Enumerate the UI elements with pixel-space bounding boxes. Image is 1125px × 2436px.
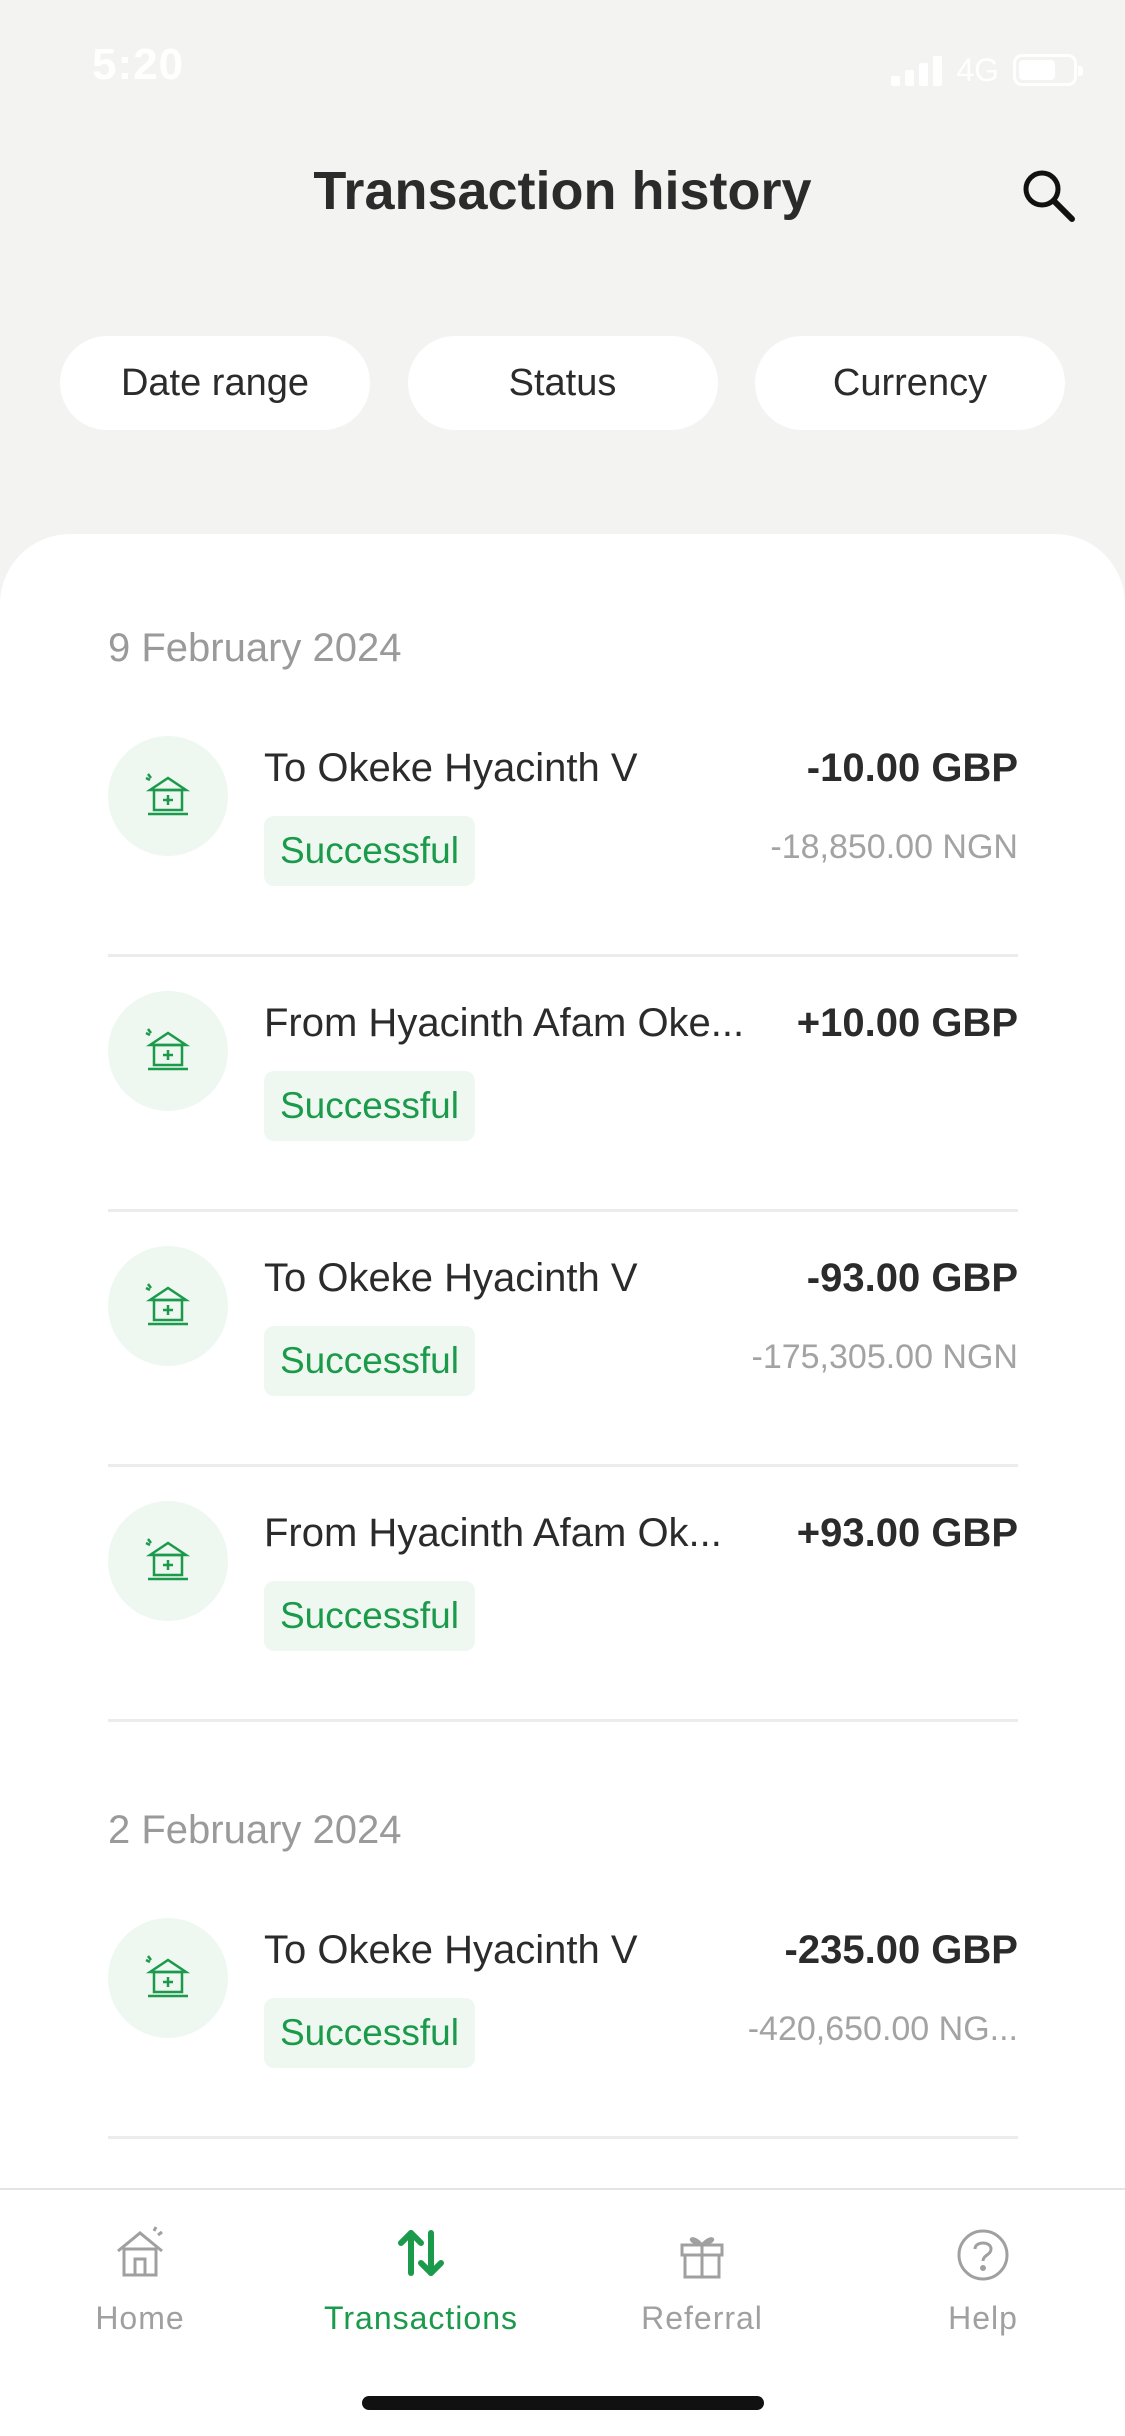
bank-icon xyxy=(108,1501,228,1621)
tab-referral[interactable]: Referral xyxy=(592,2218,812,2358)
tab-label: Referral xyxy=(641,2300,763,2336)
home-icon xyxy=(105,2218,175,2288)
gift-icon xyxy=(667,2218,737,2288)
date-heading: 9 February 2024 xyxy=(108,626,402,670)
tab-label: Transactions xyxy=(324,2300,518,2336)
transaction-amount: -10.00 GBP xyxy=(806,746,1018,790)
network-label: 4G xyxy=(956,51,999,88)
converted-amount: -18,850.00 NGN xyxy=(770,828,1018,866)
status-time: 5:20 xyxy=(92,40,185,89)
battery-icon xyxy=(1013,54,1083,86)
converted-amount: -175,305.00 NGN xyxy=(751,1338,1019,1376)
help-icon xyxy=(948,2218,1018,2288)
transaction-title: To Okeke Hyacinth V xyxy=(264,746,638,790)
tab-help[interactable]: Help xyxy=(873,2218,1093,2358)
transaction-title: From Hyacinth Afam Oke... xyxy=(264,1001,745,1045)
transaction-amount: -235.00 GBP xyxy=(784,1928,1018,1972)
status-badge: Successful xyxy=(264,1326,475,1396)
tab-home[interactable]: Home xyxy=(30,2218,250,2358)
filter-bar: Date range Status Currency xyxy=(60,336,1065,430)
transaction-title: To Okeke Hyacinth V xyxy=(264,1928,638,1972)
bank-icon xyxy=(108,991,228,1111)
transaction-list[interactable]: 9 February 2024 To Okeke Hyacinth V -10.… xyxy=(0,534,1125,2436)
transfer-arrows-icon xyxy=(386,2218,456,2288)
transaction-amount: -93.00 GBP xyxy=(806,1256,1018,1300)
bank-icon xyxy=(108,1246,228,1366)
bank-icon xyxy=(108,736,228,856)
status-badge: Successful xyxy=(264,1998,475,2068)
transaction-row[interactable]: To Okeke Hyacinth V -235.00 GBP Successf… xyxy=(108,1884,1018,2139)
date-heading: 2 February 2024 xyxy=(108,1808,402,1852)
bank-icon xyxy=(108,1918,228,2038)
status-filter[interactable]: Status xyxy=(407,336,718,430)
transaction-amount: +10.00 GBP xyxy=(796,1001,1018,1045)
transaction-title: To Okeke Hyacinth V xyxy=(264,1256,638,1300)
transaction-amount: +93.00 GBP xyxy=(796,1511,1018,1555)
status-badge: Successful xyxy=(264,1071,475,1141)
tab-label: Help xyxy=(948,2300,1018,2336)
page-title: Transaction history xyxy=(313,161,812,221)
status-indicators: 4G xyxy=(891,50,1083,90)
search-button[interactable] xyxy=(1013,160,1083,230)
date-range-filter[interactable]: Date range xyxy=(60,336,370,430)
search-icon xyxy=(1023,170,1075,222)
status-bar: 5:20 4G xyxy=(0,0,1125,140)
home-indicator xyxy=(362,2396,764,2410)
signal-icon xyxy=(891,54,943,86)
status-badge: Successful xyxy=(264,1581,475,1651)
transaction-row[interactable]: From Hyacinth Afam Oke... +10.00 GBP Suc… xyxy=(108,957,1018,1212)
transaction-row[interactable]: From Hyacinth Afam Ok... +93.00 GBP Succ… xyxy=(108,1467,1018,1722)
status-badge: Successful xyxy=(264,816,475,886)
transaction-row[interactable]: To Okeke Hyacinth V -10.00 GBP Successfu… xyxy=(108,702,1018,957)
transaction-row[interactable]: To Okeke Hyacinth V -93.00 GBP Successfu… xyxy=(108,1212,1018,1467)
tab-transactions[interactable]: Transactions xyxy=(311,2218,531,2358)
converted-amount: -420,650.00 NG... xyxy=(747,2010,1018,2048)
transaction-title: From Hyacinth Afam Ok... xyxy=(264,1511,722,1555)
tab-label: Home xyxy=(95,2300,185,2336)
currency-filter[interactable]: Currency xyxy=(755,336,1065,430)
